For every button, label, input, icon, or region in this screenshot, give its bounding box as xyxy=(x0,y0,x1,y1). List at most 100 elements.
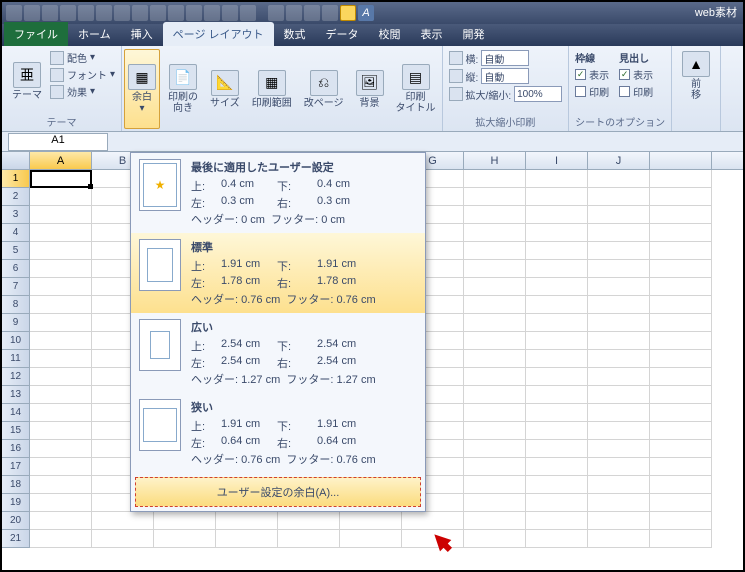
print-area-button[interactable]: ▦印刷範囲 xyxy=(248,49,296,129)
colors-button[interactable]: 配色▾ xyxy=(50,49,115,66)
cell[interactable] xyxy=(464,440,526,458)
cell[interactable] xyxy=(526,494,588,512)
cell[interactable] xyxy=(526,476,588,494)
cell[interactable] xyxy=(650,188,712,206)
cell[interactable] xyxy=(650,242,712,260)
qat-icon[interactable] xyxy=(150,5,166,21)
cell[interactable] xyxy=(588,260,650,278)
margins-option-wide[interactable]: 広い 上:2.54 cm下:2.54 cm 左:2.54 cm右:2.54 cm… xyxy=(131,313,425,393)
tab-home[interactable]: ホーム xyxy=(68,22,121,46)
cell[interactable] xyxy=(588,368,650,386)
cell[interactable] xyxy=(464,260,526,278)
cell[interactable] xyxy=(154,512,216,530)
cell[interactable] xyxy=(650,386,712,404)
cell[interactable] xyxy=(340,530,402,548)
qat-redo-icon[interactable] xyxy=(42,5,58,21)
row-header[interactable]: 13 xyxy=(2,386,30,404)
row-header[interactable]: 7 xyxy=(2,278,30,296)
cell[interactable] xyxy=(588,170,650,188)
row-header[interactable]: 2 xyxy=(2,188,30,206)
cell[interactable] xyxy=(30,314,92,332)
row-header[interactable]: 21 xyxy=(2,530,30,548)
row-header[interactable]: 16 xyxy=(2,440,30,458)
cell[interactable] xyxy=(588,296,650,314)
cell[interactable] xyxy=(464,296,526,314)
cell[interactable] xyxy=(30,224,92,242)
cell[interactable] xyxy=(526,440,588,458)
margins-custom-button[interactable]: ユーザー設定の余白(A)... xyxy=(135,477,421,507)
qat-icon[interactable] xyxy=(240,5,256,21)
select-all-corner[interactable] xyxy=(2,152,30,169)
cell[interactable] xyxy=(526,332,588,350)
cell[interactable] xyxy=(30,170,92,188)
qat-icon-highlighted[interactable] xyxy=(340,5,356,21)
cell[interactable] xyxy=(464,278,526,296)
cell[interactable] xyxy=(650,206,712,224)
cell[interactable] xyxy=(526,314,588,332)
cell[interactable] xyxy=(650,530,712,548)
row-header[interactable]: 1 xyxy=(2,170,30,188)
cell[interactable] xyxy=(464,350,526,368)
tab-dev[interactable]: 開発 xyxy=(453,22,495,46)
cell[interactable] xyxy=(526,242,588,260)
cell[interactable] xyxy=(588,206,650,224)
cell[interactable] xyxy=(588,530,650,548)
cell[interactable] xyxy=(588,494,650,512)
tab-file[interactable]: ファイル xyxy=(4,22,68,46)
tab-page-layout[interactable]: ページ レイアウト xyxy=(163,22,274,46)
cell[interactable] xyxy=(526,422,588,440)
cell[interactable] xyxy=(650,440,712,458)
tab-formula[interactable]: 数式 xyxy=(274,22,316,46)
cell[interactable] xyxy=(650,494,712,512)
cell[interactable] xyxy=(30,494,92,512)
cell[interactable] xyxy=(650,422,712,440)
head-print-check[interactable]: 印刷 xyxy=(619,83,653,100)
grid-print-check[interactable]: 印刷 xyxy=(575,83,609,100)
qat-icon[interactable] xyxy=(168,5,184,21)
cell[interactable] xyxy=(526,296,588,314)
cell[interactable] xyxy=(30,350,92,368)
scale-pct-combo[interactable]: 100% xyxy=(514,86,562,102)
cell[interactable] xyxy=(464,404,526,422)
qat-font-icon[interactable]: A xyxy=(358,5,374,21)
tab-data[interactable]: データ xyxy=(316,22,369,46)
row-header[interactable]: 8 xyxy=(2,296,30,314)
cell[interactable] xyxy=(30,476,92,494)
col-header[interactable]: J xyxy=(588,152,650,169)
cell[interactable] xyxy=(650,512,712,530)
cell[interactable] xyxy=(464,332,526,350)
cell[interactable] xyxy=(402,512,464,530)
scale-height-combo[interactable]: 自動 xyxy=(481,68,529,84)
cell[interactable] xyxy=(588,242,650,260)
tab-view[interactable]: 表示 xyxy=(411,22,453,46)
cell[interactable] xyxy=(278,530,340,548)
cell[interactable] xyxy=(216,530,278,548)
col-header[interactable]: I xyxy=(526,152,588,169)
cell[interactable] xyxy=(588,224,650,242)
cell[interactable] xyxy=(30,386,92,404)
cell[interactable] xyxy=(526,530,588,548)
cell[interactable] xyxy=(154,530,216,548)
cell[interactable] xyxy=(30,260,92,278)
row-header[interactable]: 19 xyxy=(2,494,30,512)
cell[interactable] xyxy=(588,350,650,368)
cell[interactable] xyxy=(464,422,526,440)
qat-icon[interactable] xyxy=(114,5,130,21)
qat-icon[interactable] xyxy=(186,5,202,21)
row-header[interactable]: 6 xyxy=(2,260,30,278)
cell[interactable] xyxy=(650,332,712,350)
cell[interactable] xyxy=(30,332,92,350)
qat-icon[interactable] xyxy=(322,5,338,21)
qat-icon[interactable] xyxy=(304,5,320,21)
cell[interactable] xyxy=(278,512,340,530)
row-header[interactable]: 18 xyxy=(2,476,30,494)
cell[interactable] xyxy=(588,332,650,350)
cell[interactable] xyxy=(588,404,650,422)
cell[interactable] xyxy=(464,224,526,242)
cell[interactable] xyxy=(526,512,588,530)
col-header[interactable] xyxy=(650,152,712,169)
qat-icon[interactable] xyxy=(268,5,284,21)
cell[interactable] xyxy=(650,458,712,476)
row-header[interactable]: 10 xyxy=(2,332,30,350)
qat-icon[interactable] xyxy=(96,5,112,21)
